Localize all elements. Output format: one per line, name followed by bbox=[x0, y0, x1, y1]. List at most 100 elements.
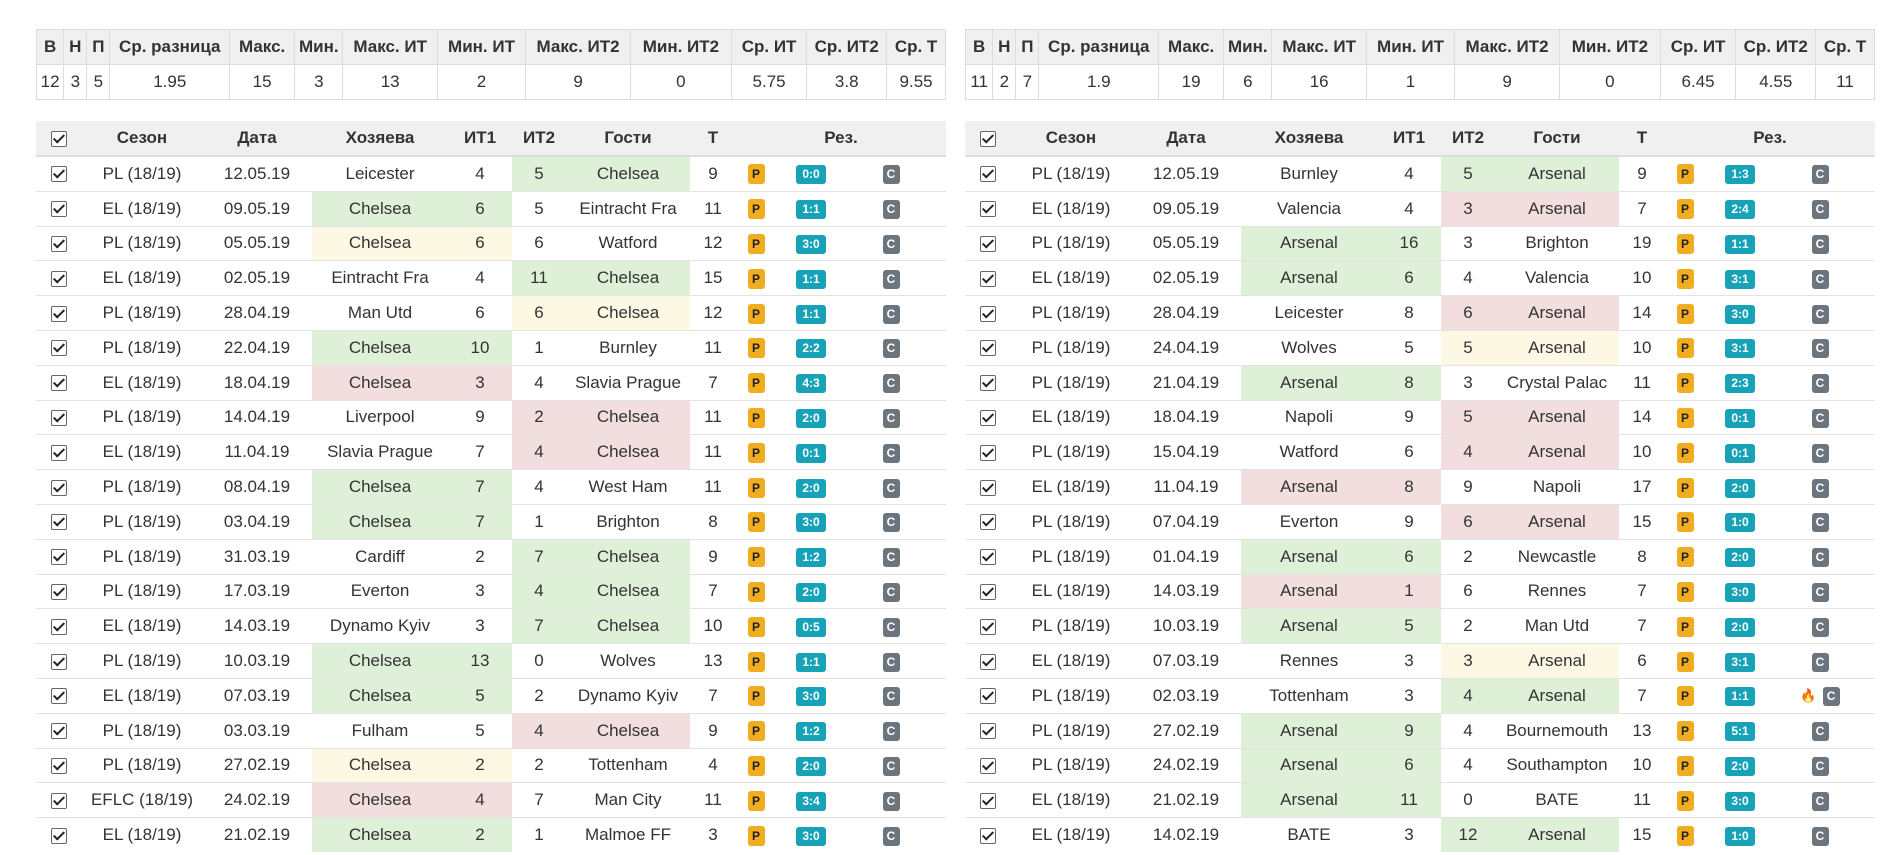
checkbox-checked-icon[interactable] bbox=[980, 270, 996, 287]
matches-header-cell[interactable]: Т bbox=[690, 121, 736, 157]
checkbox-checked-icon[interactable] bbox=[51, 514, 67, 531]
checkbox-checked-icon[interactable] bbox=[980, 827, 996, 844]
checkbox-checked-icon[interactable] bbox=[51, 723, 67, 740]
row-checkbox-cell[interactable] bbox=[965, 782, 1011, 818]
matches-header-cell[interactable]: Сезон bbox=[1011, 121, 1131, 157]
checkbox-checked-icon[interactable] bbox=[980, 723, 996, 740]
c-badge[interactable]: C bbox=[882, 791, 900, 811]
c-badge[interactable]: C bbox=[882, 513, 900, 533]
p-badge[interactable]: P bbox=[1676, 442, 1694, 463]
result-badge[interactable]: 1:1 bbox=[796, 652, 826, 672]
row-checkbox-cell[interactable] bbox=[965, 747, 1011, 783]
row-checkbox-cell[interactable] bbox=[36, 712, 82, 749]
row-checkbox-cell[interactable] bbox=[36, 643, 82, 679]
c-badge[interactable]: C bbox=[1811, 304, 1829, 324]
c-badge[interactable]: C bbox=[1811, 826, 1829, 846]
result-badge[interactable]: 1:1 bbox=[796, 269, 826, 289]
checkbox-checked-icon[interactable] bbox=[980, 757, 996, 774]
p-badge[interactable]: P bbox=[1676, 373, 1694, 394]
c-badge[interactable]: C bbox=[882, 722, 900, 742]
row-checkbox-cell[interactable] bbox=[36, 538, 82, 575]
result-badge[interactable]: 3:0 bbox=[796, 513, 826, 533]
row-checkbox-cell[interactable] bbox=[36, 434, 82, 470]
p-badge[interactable]: P bbox=[1676, 268, 1694, 289]
c-badge[interactable]: C bbox=[882, 443, 900, 463]
row-checkbox-cell[interactable] bbox=[36, 677, 82, 714]
p-badge[interactable]: P bbox=[1676, 581, 1694, 602]
p-badge[interactable]: P bbox=[747, 373, 765, 394]
p-badge[interactable]: P bbox=[747, 164, 765, 185]
result-badge[interactable]: 0:1 bbox=[1725, 408, 1755, 428]
checkbox-checked-icon[interactable] bbox=[51, 549, 67, 566]
c-badge[interactable]: C bbox=[1811, 269, 1829, 289]
row-checkbox-cell[interactable] bbox=[965, 329, 1011, 366]
checkbox-checked-icon[interactable] bbox=[980, 653, 996, 670]
result-badge[interactable]: 2:0 bbox=[796, 756, 826, 776]
result-badge[interactable]: 2:0 bbox=[796, 408, 826, 428]
row-checkbox-cell[interactable] bbox=[965, 573, 1011, 609]
c-badge[interactable]: C bbox=[882, 339, 900, 359]
result-badge[interactable]: 2:0 bbox=[796, 478, 826, 498]
c-badge[interactable]: C bbox=[882, 756, 900, 776]
row-checkbox-cell[interactable] bbox=[36, 190, 82, 227]
checkbox-checked-icon[interactable] bbox=[51, 688, 67, 705]
p-badge[interactable]: P bbox=[1676, 825, 1694, 846]
c-badge[interactable]: C bbox=[1811, 617, 1829, 637]
c-badge[interactable]: C bbox=[882, 374, 900, 394]
result-badge[interactable]: 0:0 bbox=[796, 165, 826, 185]
checkbox-checked-icon[interactable] bbox=[980, 549, 996, 566]
checkbox-checked-icon[interactable] bbox=[980, 583, 996, 600]
result-badge[interactable]: 2:0 bbox=[1725, 617, 1755, 637]
row-checkbox-cell[interactable] bbox=[36, 782, 82, 818]
checkbox-checked-icon[interactable] bbox=[980, 130, 996, 147]
row-checkbox-cell[interactable] bbox=[36, 817, 82, 852]
p-badge[interactable]: P bbox=[747, 547, 765, 568]
row-checkbox-cell[interactable] bbox=[965, 260, 1011, 296]
c-badge[interactable]: C bbox=[882, 548, 900, 568]
result-badge[interactable]: 3:1 bbox=[1725, 339, 1755, 359]
row-checkbox-cell[interactable] bbox=[36, 399, 82, 435]
checkbox-checked-icon[interactable] bbox=[51, 375, 67, 392]
row-checkbox-cell[interactable] bbox=[36, 260, 82, 296]
p-badge[interactable]: P bbox=[1676, 686, 1694, 707]
select-all-checkbox[interactable] bbox=[36, 121, 82, 157]
p-badge[interactable]: P bbox=[1676, 547, 1694, 568]
p-badge[interactable]: P bbox=[747, 686, 765, 707]
checkbox-checked-icon[interactable] bbox=[51, 166, 67, 183]
row-checkbox-cell[interactable] bbox=[36, 608, 82, 644]
row-checkbox-cell[interactable] bbox=[965, 643, 1011, 679]
p-badge[interactable]: P bbox=[1676, 790, 1694, 811]
p-badge[interactable]: P bbox=[747, 790, 765, 811]
matches-header-cell[interactable]: Т bbox=[1619, 121, 1665, 157]
checkbox-checked-icon[interactable] bbox=[980, 305, 996, 322]
row-checkbox-cell[interactable] bbox=[965, 469, 1011, 505]
matches-header-cell[interactable]: Гости bbox=[566, 121, 690, 157]
checkbox-checked-icon[interactable] bbox=[51, 792, 67, 809]
c-badge[interactable]: C bbox=[1811, 582, 1829, 602]
p-badge[interactable]: P bbox=[1676, 477, 1694, 498]
c-badge[interactable]: C bbox=[882, 304, 900, 324]
result-badge[interactable]: 4:3 bbox=[796, 374, 826, 394]
result-badge[interactable]: 1:2 bbox=[796, 548, 826, 568]
c-badge[interactable]: C bbox=[1822, 687, 1840, 707]
row-checkbox-cell[interactable] bbox=[965, 364, 1011, 401]
c-badge[interactable]: C bbox=[882, 826, 900, 846]
checkbox-checked-icon[interactable] bbox=[51, 444, 67, 461]
p-badge[interactable]: P bbox=[1676, 233, 1694, 254]
c-badge[interactable]: C bbox=[882, 200, 900, 220]
p-badge[interactable]: P bbox=[1676, 199, 1694, 220]
c-badge[interactable]: C bbox=[1811, 548, 1829, 568]
checkbox-checked-icon[interactable] bbox=[51, 827, 67, 844]
p-badge[interactable]: P bbox=[747, 199, 765, 220]
checkbox-checked-icon[interactable] bbox=[980, 340, 996, 357]
checkbox-checked-icon[interactable] bbox=[51, 340, 67, 357]
c-badge[interactable]: C bbox=[1811, 339, 1829, 359]
p-badge[interactable]: P bbox=[747, 721, 765, 742]
p-badge[interactable]: P bbox=[747, 233, 765, 254]
checkbox-checked-icon[interactable] bbox=[980, 479, 996, 496]
p-badge[interactable]: P bbox=[747, 616, 765, 637]
c-badge[interactable]: C bbox=[882, 165, 900, 185]
row-checkbox-cell[interactable] bbox=[965, 399, 1011, 435]
row-checkbox-cell[interactable] bbox=[965, 434, 1011, 470]
checkbox-checked-icon[interactable] bbox=[51, 757, 67, 774]
